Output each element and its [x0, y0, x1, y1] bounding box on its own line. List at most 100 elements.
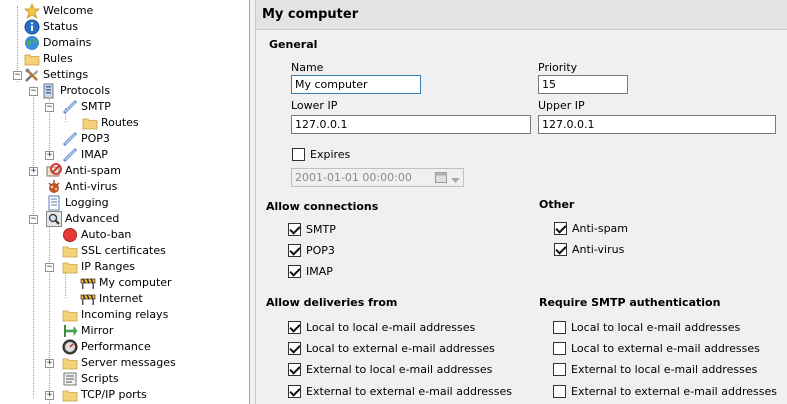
checkbox-box[interactable] [288, 243, 301, 257]
collapse-toggle[interactable]: − [29, 215, 38, 224]
checkbox-box[interactable] [553, 384, 566, 398]
tree-item-label: SMTP [81, 100, 111, 113]
checkbox-label: Anti-virus [572, 242, 625, 256]
expand-toggle[interactable]: + [45, 391, 54, 400]
expires-datetime-field: 2001-01-01 00:00:00 [291, 168, 464, 187]
tree-item-anti-spam[interactable]: Anti-spam [46, 163, 121, 179]
checkbox-label: External to external e-mail addresses [306, 384, 512, 398]
checkbox-label: Local to external e-mail addresses [571, 341, 760, 355]
tree-item-label: Status [43, 20, 79, 33]
tree-item-advanced[interactable]: Advanced [46, 211, 119, 227]
tree-item-performance[interactable]: Performance [62, 339, 151, 355]
tree-item-domains[interactable]: Domains [24, 35, 91, 51]
tree-item-internet[interactable]: Internet [80, 291, 143, 307]
checkbox-box[interactable] [288, 320, 301, 334]
tree-item-welcome[interactable]: Welcome [23, 2, 94, 20]
folder-icon [62, 259, 78, 275]
expand-toggle[interactable]: + [45, 359, 54, 368]
tree-item-label: Auto-ban [81, 228, 132, 241]
navigation-tree[interactable]: Welcome Status Domains Rules − Settings … [0, 0, 250, 404]
checkbox-box[interactable] [288, 264, 301, 278]
delivery-external-to-external-checkbox[interactable]: External to external e-mail addresses [288, 383, 512, 399]
anti-spam-checkbox[interactable]: Anti-spam [554, 220, 628, 236]
folder-icon [24, 51, 40, 67]
checkbox-box[interactable] [292, 147, 305, 161]
tree-item-incoming-relays[interactable]: Incoming relays [62, 307, 168, 323]
delivery-external-to-local-checkbox[interactable]: External to local e-mail addresses [288, 361, 492, 377]
tree-item-imap[interactable]: IMAP [62, 147, 108, 163]
tree-item-label: TCP/IP ports [81, 388, 147, 401]
tree-item-pop3[interactable]: POP3 [62, 131, 110, 147]
collapse-toggle[interactable]: − [13, 71, 22, 80]
globe-icon [24, 35, 40, 51]
tree-item-server-messages[interactable]: Server messages [62, 355, 176, 371]
folder-icon [62, 387, 78, 403]
checkbox-label: Expires [310, 147, 351, 161]
tree-item-logging[interactable]: Logging [46, 195, 109, 211]
expires-checkbox[interactable]: Expires [292, 146, 350, 162]
checkbox-box[interactable] [288, 341, 301, 355]
magnifier-icon [46, 211, 62, 227]
tree-item-ssl-certificates[interactable]: SSL certificates [62, 243, 166, 259]
auth-external-to-external-checkbox[interactable]: External to external e-mail addresses [553, 383, 777, 399]
tree-item-my-computer[interactable]: My computer [80, 275, 172, 291]
folder-icon [82, 115, 98, 131]
checkbox-box[interactable] [288, 222, 301, 236]
barrier-icon [80, 275, 96, 291]
require-auth-heading: Require SMTP authentication [539, 296, 721, 309]
checkbox-box[interactable] [288, 384, 301, 398]
anti-virus-checkbox[interactable]: Anti-virus [554, 241, 624, 257]
tree-item-label: Protocols [60, 84, 111, 97]
checkbox-label: Local to local e-mail addresses [571, 320, 741, 334]
collapse-toggle[interactable]: − [45, 103, 54, 112]
collapse-toggle[interactable]: − [45, 263, 54, 272]
red-circle-icon [62, 227, 78, 243]
checkbox-box[interactable] [554, 221, 567, 235]
tree-item-status[interactable]: Status [24, 19, 78, 35]
auth-local-to-external-checkbox[interactable]: Local to external e-mail addresses [553, 340, 760, 356]
tree-item-auto-ban[interactable]: Auto-ban [62, 227, 131, 243]
tree-item-mirror[interactable]: Mirror [62, 323, 113, 339]
imap-checkbox[interactable]: IMAP [288, 263, 333, 279]
collapse-toggle[interactable]: − [29, 87, 38, 96]
upper-ip-field[interactable]: 127.0.0.1 [538, 115, 776, 134]
checkbox-box[interactable] [554, 242, 567, 256]
tree-item-label: Advanced [65, 212, 120, 225]
tree-item-rules[interactable]: Rules [24, 51, 73, 67]
checkbox-label: IMAP [306, 264, 333, 278]
tree-item-smtp[interactable]: SMTP [62, 99, 111, 115]
tree-item-protocols[interactable]: Protocols [41, 83, 110, 99]
tree-item-ip-ranges[interactable]: IP Ranges [62, 259, 135, 275]
delivery-local-to-local-checkbox[interactable]: Local to local e-mail addresses [288, 319, 475, 335]
folder-icon [62, 243, 78, 259]
expires-datetime-value: 2001-01-01 00:00:00 [295, 171, 412, 184]
priority-field[interactable]: 15 [538, 75, 628, 94]
lower-ip-field[interactable]: 127.0.0.1 [291, 115, 531, 134]
settings-panel: My computer General Name My computer Pri… [256, 0, 787, 404]
name-field[interactable]: My computer [291, 75, 421, 94]
folder-icon [62, 307, 78, 323]
info-icon [24, 19, 40, 35]
tree-item-anti-virus[interactable]: Anti-virus [46, 179, 117, 195]
tree-item-label: Incoming relays [81, 308, 169, 321]
expand-toggle[interactable]: + [29, 167, 38, 176]
delivery-local-to-external-checkbox[interactable]: Local to external e-mail addresses [288, 340, 495, 356]
tree-item-routes[interactable]: Routes [82, 115, 139, 131]
tree-item-scripts[interactable]: Scripts [62, 371, 119, 387]
antispam-icon [46, 163, 62, 179]
checkbox-box[interactable] [288, 362, 301, 376]
auth-external-to-local-checkbox[interactable]: External to local e-mail addresses [553, 361, 757, 377]
mirror-icon [62, 323, 78, 339]
pop3-checkbox[interactable]: POP3 [288, 242, 335, 258]
expand-toggle[interactable]: + [45, 151, 54, 160]
checkbox-label: External to local e-mail addresses [571, 362, 758, 376]
checkbox-box[interactable] [553, 362, 566, 376]
tree-item-label: Welcome [43, 4, 94, 17]
auth-local-to-local-checkbox[interactable]: Local to local e-mail addresses [553, 319, 740, 335]
protocol-icon [62, 99, 78, 115]
checkbox-box[interactable] [553, 320, 566, 334]
tree-item-settings[interactable]: Settings [24, 67, 88, 83]
tree-item-tcp-ip-ports[interactable]: TCP/IP ports [62, 387, 147, 403]
checkbox-box[interactable] [553, 341, 566, 355]
smtp-checkbox[interactable]: SMTP [288, 221, 336, 237]
